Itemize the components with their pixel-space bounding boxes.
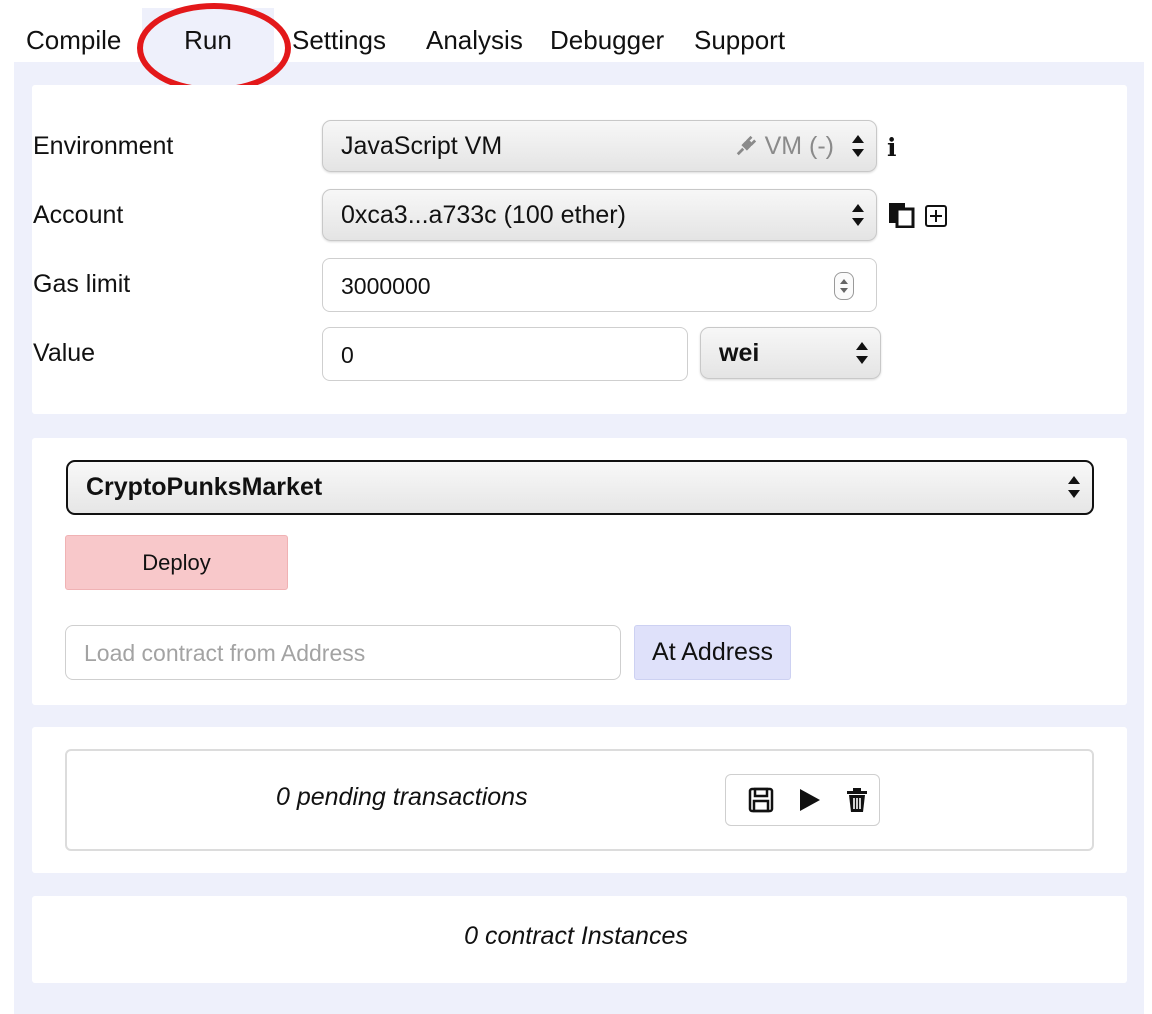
tab-compile[interactable]: Compile (26, 8, 121, 62)
deploy-button[interactable]: Deploy (65, 535, 288, 590)
tab-debugger[interactable]: Debugger (550, 8, 664, 62)
tab-support[interactable]: Support (694, 8, 785, 62)
gas-limit-input[interactable]: 3000000 (322, 258, 877, 312)
vm-tag-text: VM (-) (764, 132, 834, 160)
updown-icon (856, 342, 868, 364)
address-input[interactable]: Load contract from Address (65, 625, 621, 680)
play-icon[interactable] (796, 787, 822, 813)
updown-icon (852, 135, 864, 157)
transaction-tools (725, 774, 880, 826)
account-value: 0xca3...a733c (100 ether) (341, 201, 626, 229)
pending-box (65, 749, 1094, 851)
updown-icon (852, 204, 864, 226)
pending-transactions-text: 0 pending transactions (276, 783, 528, 811)
info-icon[interactable]: i (887, 133, 897, 162)
environment-label: Environment (33, 132, 174, 160)
account-select[interactable]: 0xca3...a733c (100 ether) (322, 189, 877, 241)
save-icon[interactable] (748, 787, 774, 813)
vm-tag: VM (-) (735, 121, 834, 171)
environment-value: JavaScript VM (341, 132, 503, 160)
spinner-icon[interactable] (834, 272, 854, 300)
contract-select[interactable]: CryptoPunksMarket (66, 460, 1094, 515)
value-amount: 0 (341, 342, 354, 368)
plug-icon (736, 135, 756, 156)
tab-analysis[interactable]: Analysis (426, 8, 523, 62)
value-label: Value (33, 339, 96, 367)
tab-bar: Compile Run Settings Analysis Debugger S… (14, 0, 1144, 62)
gas-limit-label: Gas limit (33, 270, 131, 298)
environment-select[interactable]: JavaScript VM VM (-) (322, 120, 877, 172)
contract-name: CryptoPunksMarket (86, 473, 323, 501)
updown-icon (1068, 476, 1080, 498)
contract-instances-text: 0 contract Instances (464, 922, 688, 950)
copy-icon[interactable] (888, 202, 916, 228)
value-unit: wei (719, 339, 760, 367)
tab-run[interactable]: Run (142, 8, 274, 62)
value-unit-select[interactable]: wei (700, 327, 881, 379)
value-input[interactable]: 0 (322, 327, 688, 381)
account-label: Account (33, 201, 124, 229)
at-address-button[interactable]: At Address (634, 625, 791, 680)
gas-limit-value: 3000000 (341, 273, 431, 299)
tab-settings[interactable]: Settings (292, 8, 386, 62)
trash-icon[interactable] (844, 787, 870, 813)
add-account-icon[interactable] (925, 205, 947, 227)
